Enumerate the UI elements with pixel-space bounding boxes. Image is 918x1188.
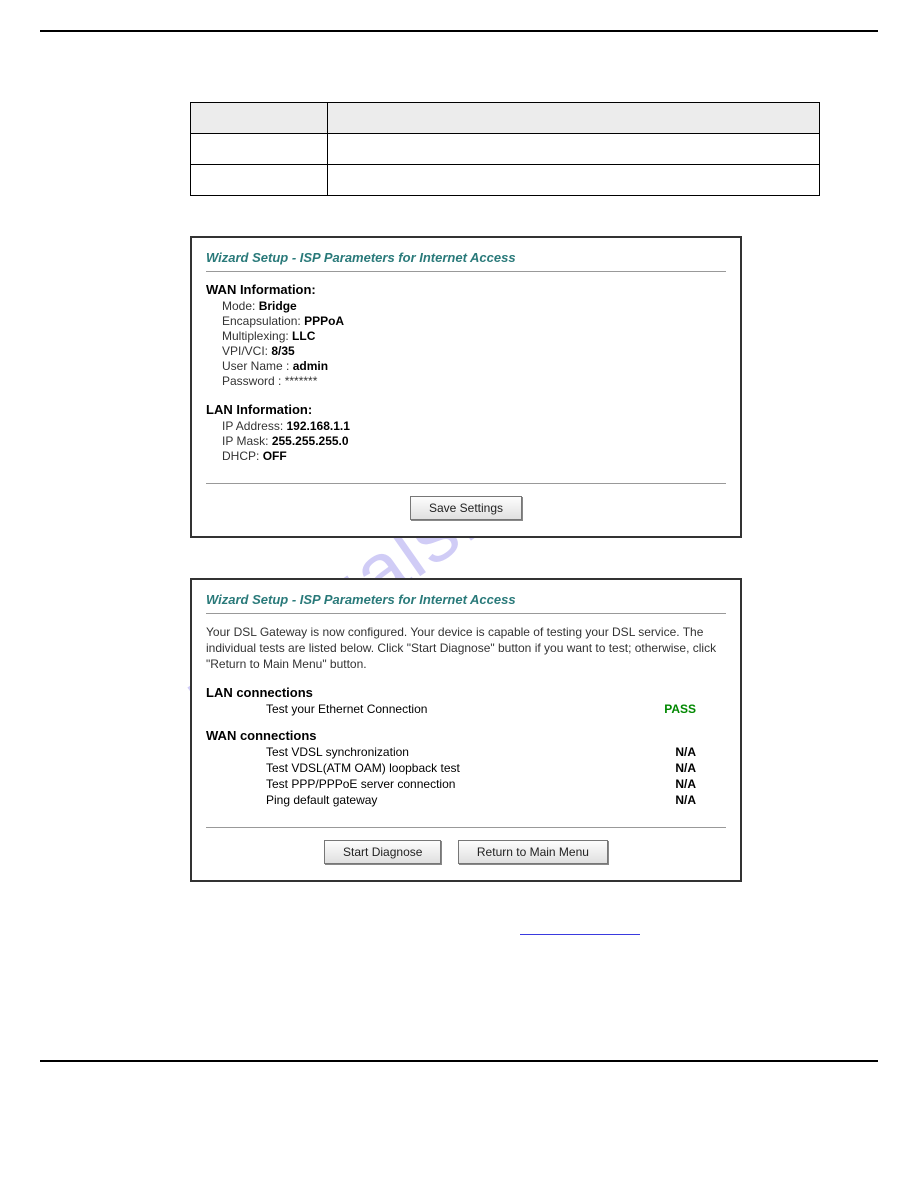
panel-title: Wizard Setup - ISP Parameters for Intern… [206, 592, 726, 607]
wan-username: User Name : admin [222, 359, 726, 373]
test-name: Test your Ethernet Connection [266, 702, 427, 716]
table-header-1 [191, 103, 328, 134]
wan-encapsulation: Encapsulation: PPPoA [222, 314, 726, 328]
wan-multiplexing: Multiplexing: LLC [222, 329, 726, 343]
table-cell [191, 165, 328, 196]
lan-test-row: Test your Ethernet Connection PASS [266, 702, 726, 716]
test-result-na: N/A [675, 745, 696, 759]
wizard-panel-summary: Wizard Setup - ISP Parameters for Intern… [190, 236, 742, 538]
lan-connections-heading: LAN connections [206, 685, 726, 700]
test-name: Test PPP/PPPoE server connection [266, 777, 455, 791]
panel-separator [206, 827, 726, 828]
test-name: Ping default gateway [266, 793, 377, 807]
table-cell [328, 165, 820, 196]
table-header-2 [328, 103, 820, 134]
wan-test-row: Test VDSL synchronization N/A [266, 745, 726, 759]
table-cell [328, 134, 820, 165]
bottom-rule [40, 1060, 878, 1062]
panel-title: Wizard Setup - ISP Parameters for Intern… [206, 250, 726, 265]
wan-vpi-vci: VPI/VCI: 8/35 [222, 344, 726, 358]
table-cell [191, 134, 328, 165]
test-result-pass: PASS [664, 702, 696, 716]
test-result-na: N/A [675, 777, 696, 791]
panel-separator [206, 613, 726, 614]
test-result-na: N/A [675, 761, 696, 775]
test-name: Test VDSL(ATM OAM) loopback test [266, 761, 460, 775]
wan-password: Password : ******* [222, 374, 726, 388]
wan-connections-heading: WAN connections [206, 728, 726, 743]
panel-separator [206, 483, 726, 484]
wan-test-row: Ping default gateway N/A [266, 793, 726, 807]
doc-outline-table [190, 102, 820, 196]
page-body: manualshive.com Wizard Setup - ISP Param… [0, 32, 918, 1000]
lan-ip: IP Address: 192.168.1.1 [222, 419, 726, 433]
lan-dhcp: DHCP: OFF [222, 449, 726, 463]
test-result-na: N/A [675, 793, 696, 807]
lan-info-heading: LAN Information: [206, 402, 726, 417]
link-underline [520, 930, 640, 935]
test-name: Test VDSL synchronization [266, 745, 409, 759]
diagnose-note: Your DSL Gateway is now configured. Your… [206, 624, 726, 673]
wan-test-row: Test VDSL(ATM OAM) loopback test N/A [266, 761, 726, 775]
lan-mask: IP Mask: 255.255.255.0 [222, 434, 726, 448]
wizard-panel-diagnose: Wizard Setup - ISP Parameters for Intern… [190, 578, 742, 882]
wan-info-heading: WAN Information: [206, 282, 726, 297]
start-diagnose-button[interactable]: Start Diagnose [324, 840, 441, 864]
return-main-menu-button[interactable]: Return to Main Menu [458, 840, 608, 864]
wan-mode: Mode: Bridge [222, 299, 726, 313]
save-settings-button[interactable]: Save Settings [410, 496, 522, 520]
panel-separator [206, 271, 726, 272]
wan-test-row: Test PPP/PPPoE server connection N/A [266, 777, 726, 791]
